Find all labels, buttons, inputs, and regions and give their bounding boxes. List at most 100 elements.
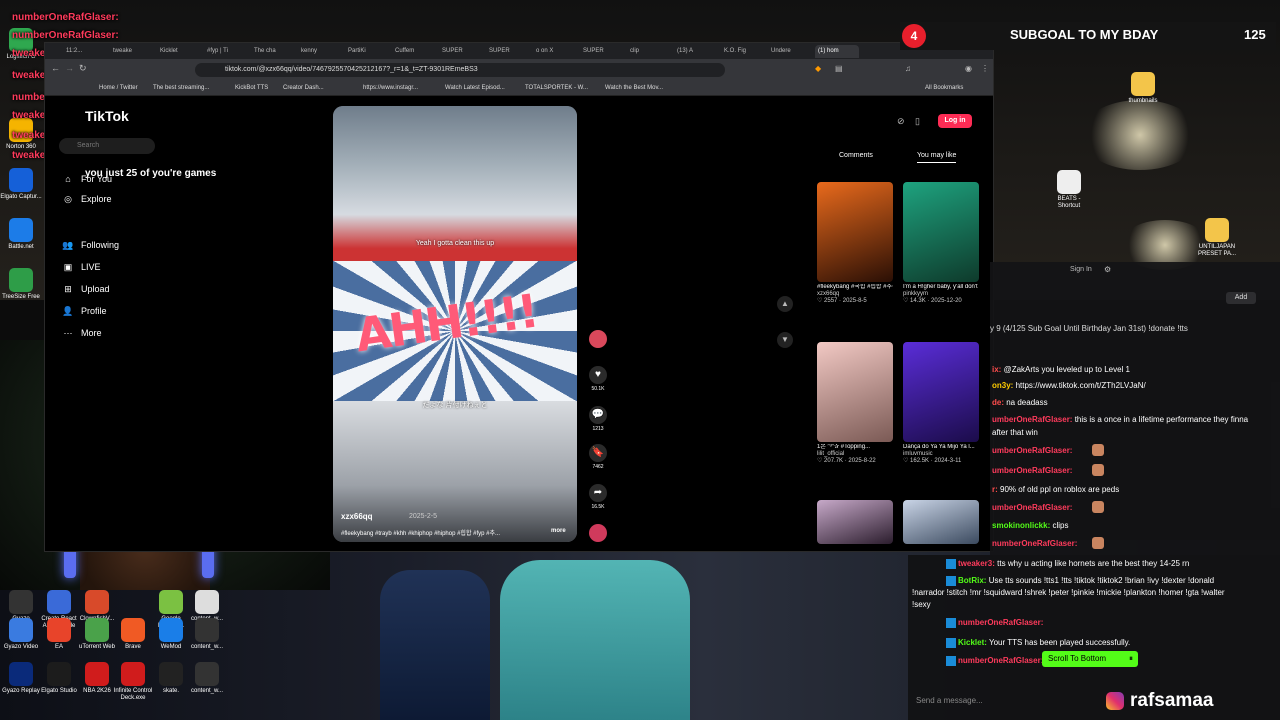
desktop-icon[interactable]: BEATS - Shortcut — [1048, 170, 1090, 210]
back-icon[interactable]: ← — [51, 63, 60, 73]
bookmark-link[interactable]: Watch Latest Episod... — [445, 81, 505, 95]
extension-icon[interactable]: ◆ — [815, 64, 821, 73]
bookmark-link[interactable]: Watch the Best Mov... — [605, 81, 663, 95]
desktop-icon[interactable]: Elgato Captur... — [0, 168, 42, 201]
bookmark-button[interactable]: 🔖 7462 — [585, 444, 611, 470]
chat-username[interactable]: tweaker3: — [958, 559, 995, 568]
sign-in-link[interactable]: Sign In — [1070, 266, 1092, 273]
recommended-video-card[interactable] — [903, 500, 979, 544]
profile-icon[interactable]: ◉ — [965, 64, 972, 73]
desktop-icon[interactable]: Gyazo Video — [0, 618, 42, 651]
recommended-video-card[interactable]: 1본 ᵔ³ᵔ✰ #Topping... lilit_official ♡ 207.7… — [817, 342, 893, 465]
nav-item-explore[interactable]: ◎ Explore — [61, 192, 111, 206]
browser-tab[interactable]: clip — [627, 45, 671, 58]
browser-tab[interactable]: PartiKi — [345, 45, 389, 58]
share-button[interactable]: ➦ 16.5K — [585, 484, 611, 510]
chat-username[interactable]: smokinonlickk: — [992, 521, 1050, 530]
nav-item-for-you[interactable]: ⌂ For You — [61, 172, 112, 186]
desktop-icon[interactable]: Brave — [112, 618, 154, 651]
recommended-video-card[interactable]: Dança do Ya Ya Mijo Ya l... imluvmusic ♡ 1… — [903, 342, 979, 465]
desktop-icon[interactable]: EA — [38, 618, 80, 651]
browser-tab[interactable]: SUPER — [439, 45, 483, 58]
bookmark-link[interactable]: The best streaming... — [153, 81, 209, 95]
chat-username[interactable]: BotRix: — [958, 576, 986, 585]
forward-icon[interactable]: → — [65, 63, 74, 73]
scroll-to-bottom-button[interactable]: Scroll To Bottom ⏸ — [1042, 651, 1138, 667]
browser-tab[interactable]: Kicklet — [157, 45, 201, 58]
chat-username[interactable]: umberOneRafGlaser: — [992, 466, 1072, 475]
next-video-button[interactable]: ▼ — [777, 332, 793, 348]
extension-icon[interactable]: ▤ — [835, 64, 843, 73]
all-bookmarks[interactable]: All Bookmarks — [925, 81, 963, 95]
nav-item-following[interactable]: 👥 Following — [61, 238, 119, 252]
card-username[interactable]: lilit_official — [817, 451, 893, 458]
chat-username[interactable]: numberOneRafGlaser: — [992, 539, 1077, 548]
browser-tab[interactable]: o on X — [533, 45, 577, 58]
browser-tab[interactable]: #fyp | Ti — [204, 45, 248, 58]
desktop-icon[interactable]: thumbnails — [1122, 72, 1164, 105]
browser-tab[interactable]: Cuffem — [392, 45, 436, 58]
chat-username[interactable]: r: — [992, 485, 998, 494]
desktop-icon[interactable]: Gyazo Replay — [0, 662, 42, 695]
menu-icon[interactable]: ⋮ — [981, 64, 989, 73]
url-field[interactable]: tiktok.com/@xzx66qq/video/74679255704252… — [195, 63, 725, 77]
more-button[interactable]: more — [551, 528, 566, 534]
desktop-icon[interactable]: UNTILJAPAN PRESET PA... — [1196, 218, 1238, 258]
browser-tab[interactable]: SUPER — [580, 45, 624, 58]
device-icon[interactable]: ▯ — [915, 116, 920, 127]
recommended-video-card[interactable]: I'm a H!gher baby, y'all don't know...pi… — [903, 182, 979, 305]
chat-username[interactable]: umberOneRafGlaser: — [992, 415, 1072, 424]
desktop-icon[interactable]: content_w... — [186, 662, 228, 695]
video-player[interactable]: Yeah I gotta clean this up AHH!!!! だよな 片… — [333, 106, 577, 542]
video-tags[interactable]: #fleekybang #trayb #khh #khiphop #hiphop… — [341, 528, 571, 537]
desktop-icon[interactable]: Battle.net — [0, 218, 42, 251]
prev-video-button[interactable]: ▲ — [777, 296, 793, 312]
recommended-video-card[interactable]: #fleekybang #국힙 #힙합 #추천 #kh...xzx66qq♡ 2… — [817, 182, 893, 305]
tab-you-may-like[interactable]: You may like — [917, 152, 957, 163]
login-button[interactable]: Log in — [938, 114, 972, 128]
chat-username[interactable]: umberOneRafGlaser: — [992, 446, 1072, 455]
browser-tab[interactable]: 11:2... — [63, 45, 107, 58]
desktop-icon[interactable]: Infinite Control Deck.exe — [112, 662, 154, 702]
creator-tools-icon[interactable]: ⊘ — [897, 116, 905, 127]
chat-input[interactable]: Send a message... — [908, 690, 1280, 712]
card-username[interactable]: xzx66qq — [817, 291, 893, 298]
browser-tab[interactable]: (1) hom — [815, 45, 859, 58]
desktop-icon[interactable]: content_w... — [186, 618, 228, 651]
browser-tab[interactable]: SUPER — [486, 45, 530, 58]
browser-tab[interactable]: kenny — [298, 45, 342, 58]
video-author[interactable]: xzx66qq — [341, 512, 373, 521]
bookmark-link[interactable]: KickBot TTS — [235, 81, 268, 95]
browser-tab[interactable]: K.O. Fig — [721, 45, 765, 58]
chat-username[interactable]: Kicklet: — [958, 638, 987, 647]
browser-tab[interactable]: (13) A — [674, 45, 718, 58]
recommended-video-card[interactable] — [817, 500, 893, 544]
reload-icon[interactable]: ↻ — [79, 63, 87, 74]
desktop-icon[interactable]: TreeSize Free — [0, 268, 42, 301]
bookmark-link[interactable]: TOTALSPORTEK - W... — [525, 81, 588, 95]
comment-button[interactable]: 💬 1213 — [585, 406, 611, 432]
author-avatar[interactable] — [589, 330, 607, 348]
music-disc-icon[interactable] — [589, 524, 607, 542]
card-username[interactable]: pinkkyym — [903, 291, 979, 298]
browser-tab[interactable]: The cha — [251, 45, 295, 58]
chat-username[interactable]: numberOneRafGlaser: — [958, 656, 1043, 665]
heart-button[interactable]: ♥ 50.1K — [585, 366, 611, 392]
add-button[interactable]: Add — [1226, 292, 1256, 304]
chat-username[interactable]: numberOneRafGlaser: — [958, 618, 1043, 627]
browser-tab[interactable]: tweake — [110, 45, 154, 58]
media-icon[interactable]: ♫ — [905, 64, 911, 73]
chat-username[interactable]: umberOneRafGlaser: — [992, 503, 1072, 512]
tiktok-logo[interactable]: TikTok — [85, 108, 129, 124]
bookmark-link[interactable]: Creator Dash... — [283, 81, 324, 95]
nav-item-more[interactable]: ⋯ More — [61, 326, 102, 340]
bookmark-link[interactable]: https://www.instagr... — [363, 81, 418, 95]
chat-username[interactable]: de: — [992, 398, 1004, 407]
tab-comments[interactable]: Comments — [839, 152, 873, 159]
nav-item-profile[interactable]: 👤 Profile — [61, 304, 106, 318]
card-username[interactable]: imluvmusic — [903, 451, 979, 458]
search-input[interactable]: Search — [59, 138, 155, 154]
chat-username[interactable]: ix: — [992, 365, 1001, 374]
nav-item-upload[interactable]: ⊞ Upload — [61, 282, 109, 296]
nav-item-live[interactable]: ▣ LIVE — [61, 260, 101, 274]
